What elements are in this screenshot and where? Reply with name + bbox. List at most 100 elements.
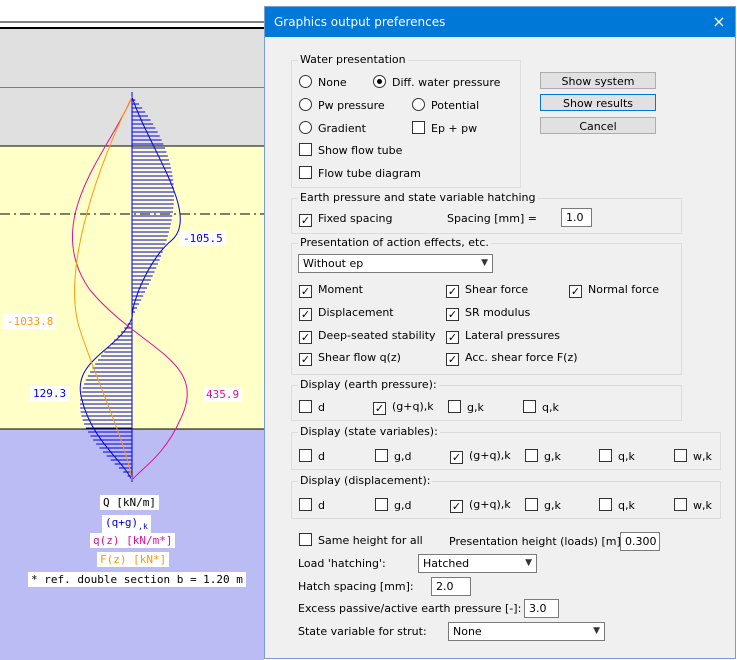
spacing-input[interactable]: 1.0 bbox=[561, 208, 592, 227]
presentation-height-input[interactable]: 0.300 bbox=[620, 532, 660, 551]
checkbox-icon[interactable] bbox=[299, 400, 312, 413]
checkbox-shear-flow[interactable]: ✓ Shear flow q(z) bbox=[299, 351, 401, 366]
checkmark-icon[interactable]: ✓ bbox=[446, 353, 459, 366]
checkbox-lateral-pressures[interactable]: ✓ Lateral pressures bbox=[446, 329, 560, 344]
checkbox-icon[interactable] bbox=[525, 498, 538, 511]
checkmark-icon[interactable]: ✓ bbox=[299, 353, 312, 366]
excess-pressure-input[interactable]: 3.0 bbox=[524, 599, 559, 618]
excess-pressure-label: Excess passive/active earth pressure [-]… bbox=[298, 602, 522, 615]
radio-none-label: None bbox=[318, 76, 347, 89]
checkbox-icon[interactable] bbox=[299, 449, 312, 462]
checkbox-icon[interactable] bbox=[299, 498, 312, 511]
sv-checkbox-qk[interactable]: q,k bbox=[599, 449, 635, 464]
checkbox-icon[interactable] bbox=[523, 400, 536, 413]
radio-none[interactable]: None bbox=[299, 75, 347, 90]
checkmark-icon[interactable]: ✓ bbox=[450, 500, 463, 513]
radio-circle-icon[interactable] bbox=[299, 75, 312, 88]
checkmark-icon[interactable]: ✓ bbox=[299, 308, 312, 321]
checkmark-icon[interactable]: ✓ bbox=[446, 331, 459, 344]
checkbox-fixed-spacing[interactable]: ✓ Fixed spacing bbox=[299, 212, 393, 227]
cancel-button[interactable]: Cancel bbox=[540, 117, 656, 134]
action-effects-select[interactable]: Without ep ▼ bbox=[298, 254, 493, 273]
checkmark-icon[interactable]: ✓ bbox=[299, 214, 312, 227]
strut-variable-select[interactable]: None ▼ bbox=[448, 622, 605, 641]
ep-checkbox-d[interactable]: d bbox=[299, 400, 325, 415]
ep-gk-label: g,k bbox=[467, 401, 484, 414]
sv-checkbox-wk[interactable]: w,k bbox=[674, 449, 712, 464]
checkbox-icon[interactable] bbox=[299, 166, 312, 179]
moment-label: Moment bbox=[318, 283, 363, 296]
radio-diff-water-pressure[interactable]: Diff. water pressure bbox=[373, 75, 500, 90]
checkbox-icon[interactable] bbox=[525, 449, 538, 462]
ep-checkbox-qk[interactable]: q,k bbox=[523, 400, 559, 415]
checkbox-acc-shear-force[interactable]: ✓ Acc. shear force F(z) bbox=[446, 351, 578, 366]
sv-gk-label: g,k bbox=[544, 450, 561, 463]
checkbox-show-flow-tube[interactable]: Show flow tube bbox=[299, 143, 402, 158]
displacement-label: Displacement bbox=[318, 306, 394, 319]
radio-potential[interactable]: Potential bbox=[412, 98, 479, 113]
hatch-spacing-input[interactable]: 2.0 bbox=[431, 577, 471, 596]
dp-checkbox-gqk[interactable]: ✓ (g+q),k bbox=[450, 498, 511, 513]
radio-gradient[interactable]: Gradient bbox=[299, 121, 366, 136]
checkbox-same-height[interactable]: Same height for all bbox=[299, 533, 423, 548]
dp-checkbox-gk[interactable]: g,k bbox=[525, 498, 561, 513]
close-icon[interactable]: × bbox=[709, 12, 729, 32]
checkmark-icon[interactable]: ✓ bbox=[373, 402, 386, 415]
dp-checkbox-gd[interactable]: g,d bbox=[375, 498, 411, 513]
radio-circle-icon[interactable] bbox=[299, 121, 312, 134]
ep-checkbox-gqk[interactable]: ✓ (g+q),k bbox=[373, 400, 434, 415]
checkmark-icon[interactable]: ✓ bbox=[299, 331, 312, 344]
checkbox-icon[interactable] bbox=[674, 498, 687, 511]
ep-checkbox-gk[interactable]: g,k bbox=[448, 400, 484, 415]
radio-pw-pressure[interactable]: Pw pressure bbox=[299, 98, 385, 113]
sv-checkbox-d[interactable]: d bbox=[299, 449, 325, 464]
same-height-label: Same height for all bbox=[318, 534, 423, 547]
lateral-pressures-label: Lateral pressures bbox=[465, 329, 561, 342]
checkbox-icon[interactable] bbox=[674, 449, 687, 462]
checkbox-ep-pw[interactable]: Ep + pw bbox=[412, 121, 477, 136]
legend-qz: q(z) [kN/m*] bbox=[90, 533, 176, 548]
dp-checkbox-wk[interactable]: w,k bbox=[674, 498, 712, 513]
radio-circle-icon[interactable] bbox=[299, 98, 312, 111]
checkbox-icon[interactable] bbox=[299, 533, 312, 546]
water-presentation-label: Water presentation bbox=[298, 53, 408, 66]
chevron-down-icon: ▼ bbox=[481, 258, 488, 268]
checkbox-icon[interactable] bbox=[375, 449, 388, 462]
radio-potential-label: Potential bbox=[431, 99, 480, 112]
checkbox-icon[interactable] bbox=[599, 449, 612, 462]
checkmark-icon[interactable]: ✓ bbox=[446, 308, 459, 321]
legend-reference: * ref. double section b = 1.20 m bbox=[28, 572, 246, 587]
checkbox-flow-tube-diagram[interactable]: Flow tube diagram bbox=[299, 166, 421, 181]
checkbox-moment[interactable]: ✓ Moment bbox=[299, 283, 363, 298]
sv-checkbox-gqk[interactable]: ✓ (g+q),k bbox=[450, 449, 511, 464]
checkmark-icon[interactable]: ✓ bbox=[569, 285, 582, 298]
checkbox-normal-force[interactable]: ✓ Normal force bbox=[569, 283, 659, 298]
dp-checkbox-qk[interactable]: q,k bbox=[599, 498, 635, 513]
checkbox-icon[interactable] bbox=[412, 121, 425, 134]
checkbox-sr-modulus[interactable]: ✓ SR modulus bbox=[446, 306, 530, 321]
checkbox-icon[interactable] bbox=[599, 498, 612, 511]
dp-checkbox-d[interactable]: d bbox=[299, 498, 325, 513]
checkmark-icon[interactable]: ✓ bbox=[450, 451, 463, 464]
load-hatching-select[interactable]: Hatched ▼ bbox=[418, 554, 537, 573]
checkbox-deep-seated[interactable]: ✓ Deep-seated stability bbox=[299, 329, 436, 344]
checkbox-icon[interactable] bbox=[448, 400, 461, 413]
legend-gq-main: (q+g) bbox=[105, 516, 139, 529]
checkmark-icon[interactable]: ✓ bbox=[299, 285, 312, 298]
radio-selected-icon[interactable] bbox=[373, 75, 386, 88]
show-results-button[interactable]: Show results bbox=[540, 94, 656, 111]
radio-circle-icon[interactable] bbox=[412, 98, 425, 111]
checkmark-icon[interactable]: ✓ bbox=[446, 285, 459, 298]
sv-checkbox-gk[interactable]: g,k bbox=[525, 449, 561, 464]
checkbox-shear-force[interactable]: ✓ Shear force bbox=[446, 283, 528, 298]
checkbox-icon[interactable] bbox=[299, 143, 312, 156]
show-system-button[interactable]: Show system bbox=[540, 72, 656, 89]
sv-wk-label: w,k bbox=[693, 450, 712, 463]
radio-gradient-label: Gradient bbox=[318, 122, 366, 135]
checkbox-displacement[interactable]: ✓ Displacement bbox=[299, 306, 394, 321]
dialog-titlebar[interactable]: Graphics output preferences × bbox=[265, 7, 735, 37]
presentation-height-label: Presentation height (loads) [m]: bbox=[449, 535, 625, 548]
sv-checkbox-gd[interactable]: g,d bbox=[375, 449, 411, 464]
dp-gd-label: g,d bbox=[394, 499, 412, 512]
checkbox-icon[interactable] bbox=[375, 498, 388, 511]
